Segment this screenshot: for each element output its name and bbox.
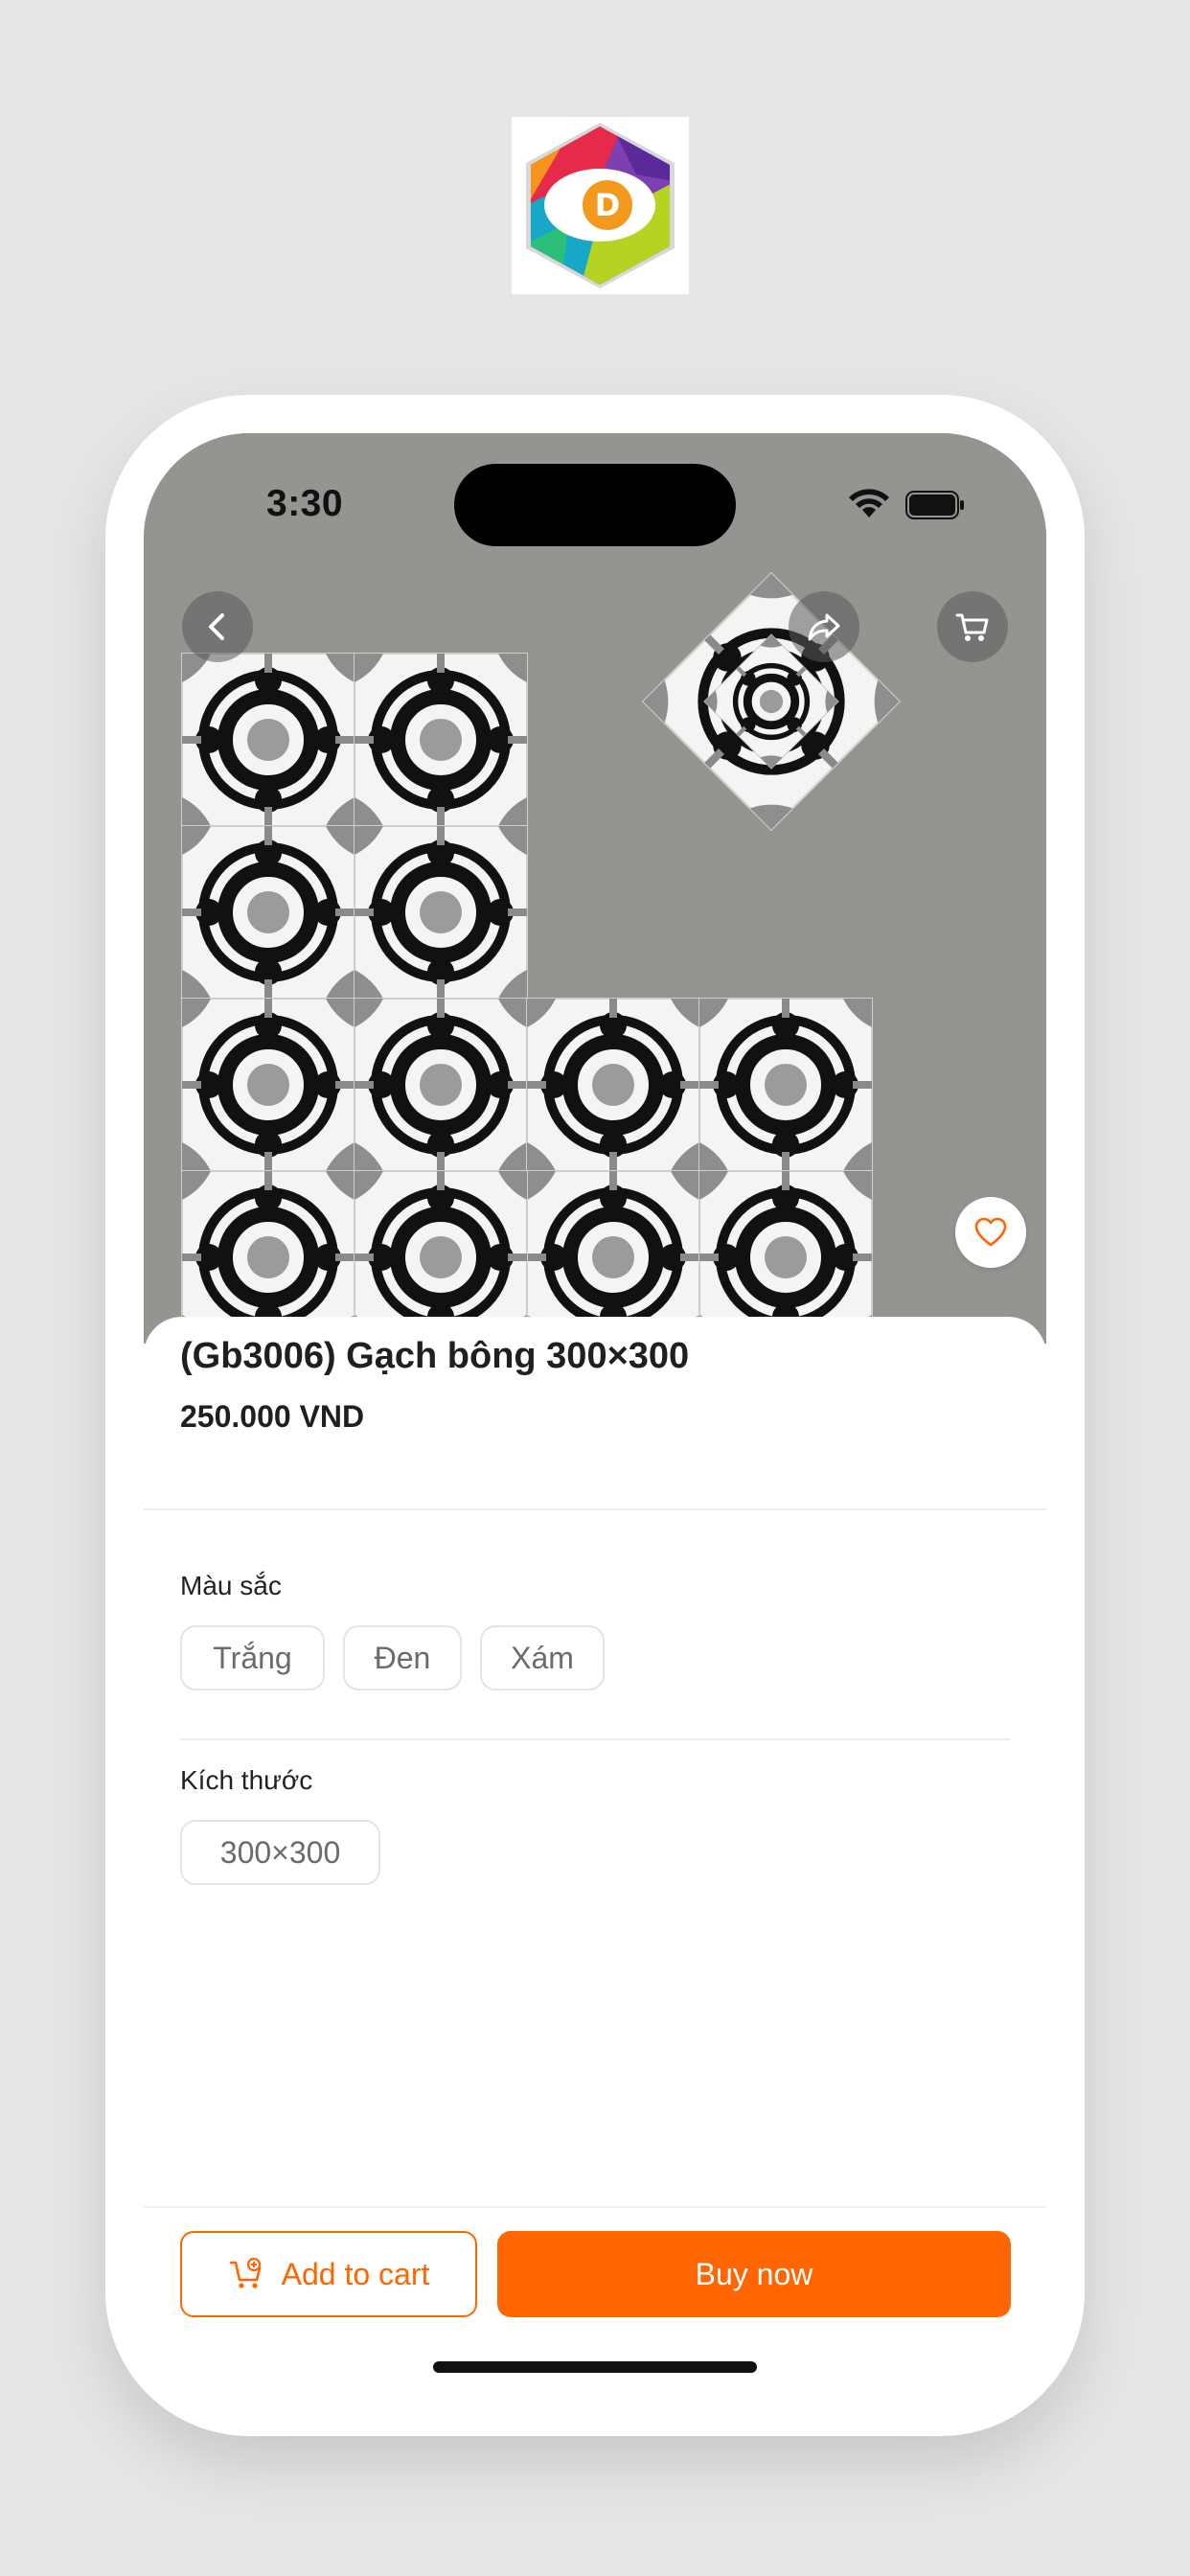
status-time: 3:30 <box>266 483 344 524</box>
app-logo: D <box>512 117 689 294</box>
share-icon <box>808 613 840 641</box>
size-option-300x300[interactable]: 300×300 <box>180 1820 380 1885</box>
color-option-black[interactable]: Đen <box>343 1625 462 1690</box>
product-price: 250.000 VND <box>180 1399 365 1434</box>
home-indicator <box>433 2361 757 2373</box>
divider <box>180 1738 1010 1740</box>
tile-pattern-image <box>144 433 1046 1344</box>
bottom-action-bar: Add to cart Buy now <box>144 2206 1046 2398</box>
wifi-icon <box>849 489 889 518</box>
color-option-white[interactable]: Trắng <box>180 1625 325 1690</box>
buy-now-label: Buy now <box>695 2256 813 2291</box>
add-cart-icon <box>229 2257 261 2288</box>
svg-text:D: D <box>595 187 621 223</box>
add-to-cart-button[interactable]: Add to cart <box>180 2231 477 2317</box>
divider <box>144 1508 1046 1510</box>
favorite-button[interactable] <box>955 1197 1026 1268</box>
app-logo-icon: D <box>526 123 675 288</box>
chevron-left-icon <box>209 613 224 640</box>
product-title: (Gb3006) Gạch bông 300×300 <box>180 1336 690 1376</box>
buy-now-button[interactable]: Buy now <box>497 2231 1011 2317</box>
dynamic-island <box>454 464 736 546</box>
color-label: Màu sắc <box>180 1571 282 1600</box>
cart-button[interactable] <box>937 591 1008 662</box>
color-option-grey[interactable]: Xám <box>480 1625 605 1690</box>
share-button[interactable] <box>789 591 859 662</box>
product-image[interactable] <box>144 433 1046 1344</box>
heart-icon <box>974 1217 1007 1247</box>
product-detail-screen: 3:30 (Gb3006) Gạch bông 300×300 250.000 … <box>144 433 1046 2398</box>
cart-icon <box>955 613 989 641</box>
battery-icon <box>905 491 964 519</box>
add-to-cart-label: Add to cart <box>281 2256 430 2291</box>
size-label: Kích thước <box>180 1765 313 1795</box>
back-button[interactable] <box>182 591 253 662</box>
